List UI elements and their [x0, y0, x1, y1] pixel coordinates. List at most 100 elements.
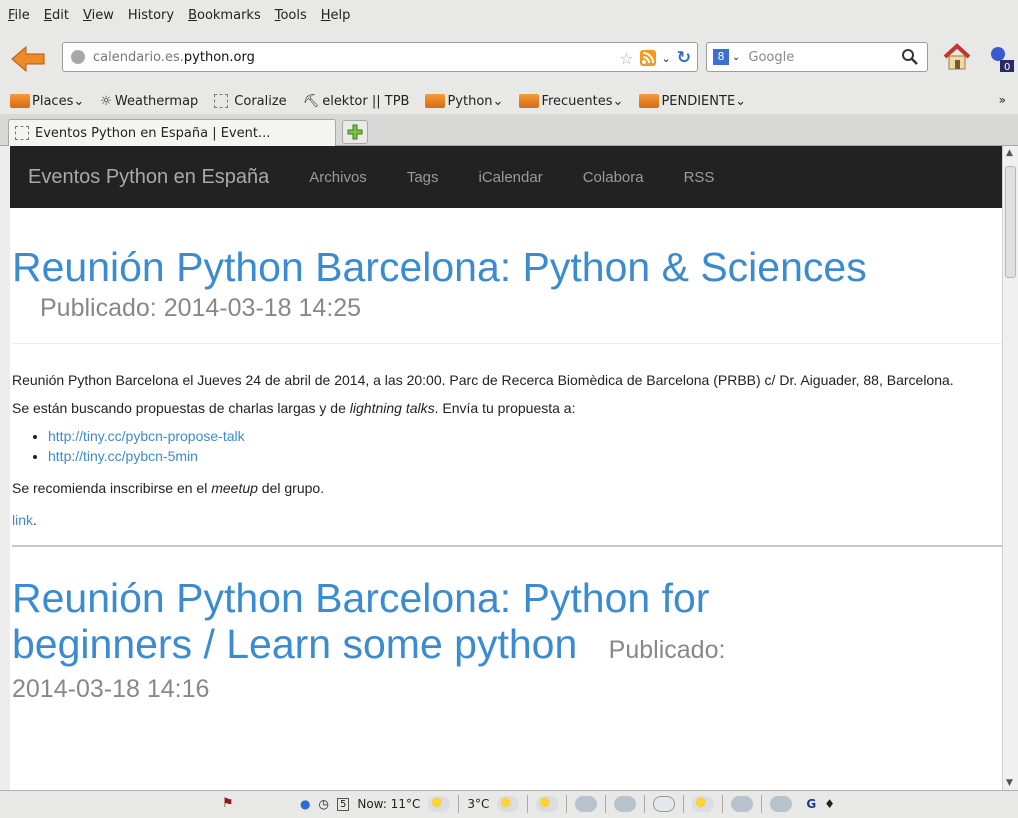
weather-icon: ☼ — [100, 93, 112, 109]
tab-title: Eventos Python en España | Event... — [35, 125, 271, 141]
menu-edit[interactable]: Edit — [44, 8, 69, 23]
clock-icon[interactable]: ◷ — [318, 797, 328, 811]
nav-archivos[interactable]: Archivos — [309, 169, 367, 186]
scroll-up-arrow-icon[interactable]: ▲ — [1006, 148, 1013, 158]
menu-bar: File Edit View History Bookmarks Tools H… — [0, 0, 1018, 30]
scroll-down-arrow-icon[interactable]: ▼ — [1006, 778, 1013, 788]
url-bar[interactable]: calendario.es.python.org ☆ ⌄ ↻ — [62, 42, 698, 72]
site-navbar: Eventos Python en España Archivos Tags i… — [10, 146, 1002, 208]
back-arrow-icon[interactable] — [10, 44, 46, 74]
menu-file[interactable]: File — [8, 8, 30, 23]
page-icon — [15, 126, 29, 140]
reload-icon[interactable]: ↻ — [677, 48, 691, 68]
rain-cloud-icon — [575, 796, 598, 812]
url-text[interactable]: calendario.es.python.org — [93, 50, 255, 65]
post-title[interactable]: Reunión Python Barcelona: Python & Scien… — [12, 244, 1002, 290]
post-title[interactable]: Reunión Python Barcelona: Python for beg… — [12, 575, 1002, 673]
svg-text:0: 0 — [1004, 62, 1010, 73]
nav-rss[interactable]: RSS — [684, 169, 715, 186]
divider — [605, 795, 607, 813]
bookmark-python[interactable]: Python ⌄ — [425, 94, 503, 109]
post-published-date: 2014-03-18 14:16 — [12, 675, 210, 703]
star-icon[interactable]: ☆ — [619, 49, 633, 68]
rss-icon[interactable] — [639, 50, 656, 66]
chevron-down-icon[interactable]: ⌄ — [732, 52, 740, 63]
post-paragraph: Se recomienda inscribirse en el meetup d… — [12, 480, 325, 496]
post-paragraph: link. — [12, 512, 37, 528]
gmail-icon[interactable]: G — [806, 797, 816, 811]
divider — [761, 795, 763, 813]
folder-icon — [10, 94, 30, 108]
menu-help[interactable]: Help — [321, 8, 351, 23]
bookmark-weathermap[interactable]: ☼ Weathermap — [100, 94, 198, 109]
ship-icon: ⛏ — [302, 93, 320, 109]
post-permalink[interactable]: link — [12, 512, 33, 528]
divider — [458, 795, 460, 813]
list-item: http://tiny.cc/pybcn-propose-talk — [48, 426, 1002, 446]
chevron-down-icon[interactable]: ⌄ — [662, 52, 671, 65]
navigation-toolbar: calendario.es.python.org ☆ ⌄ ↻ 8 ⌄ Googl… — [0, 30, 1018, 88]
divider — [527, 795, 529, 813]
cloud-icon — [770, 796, 793, 812]
status-addons: ● ◷ 5 Now: 11°C 3°C G ♦ — [300, 795, 835, 813]
partly-sunny-icon — [536, 796, 559, 812]
bookmarks-overflow-button[interactable]: » — [999, 93, 1006, 107]
list-item: http://tiny.cc/pybcn-5min — [48, 446, 1002, 466]
search-placeholder: Google — [748, 49, 795, 65]
lightning-talk-link[interactable]: http://tiny.cc/pybcn-5min — [48, 448, 198, 464]
nav-tags[interactable]: Tags — [407, 169, 439, 186]
globe-icon[interactable]: ● — [300, 797, 310, 811]
menu-tools[interactable]: Tools — [275, 8, 307, 23]
menu-history[interactable]: History — [128, 8, 174, 23]
bookmark-frecuentes[interactable]: Frecuentes ⌄ — [519, 94, 623, 109]
bookmark-places[interactable]: Places ⌄ — [10, 94, 84, 109]
bookmark-coralize[interactable]: Coralize — [214, 94, 287, 109]
folder-icon — [425, 94, 446, 108]
partly-sunny-icon — [692, 796, 715, 812]
post-published-label: Publicado: — [608, 636, 726, 664]
bookmark-elektor[interactable]: ⛏ elektor || TPB — [303, 94, 410, 109]
folder-icon — [519, 94, 540, 108]
cloud-icon — [653, 796, 676, 812]
divider — [644, 795, 646, 813]
search-bar[interactable]: 8 ⌄ Google — [706, 42, 928, 72]
nav-icalendar[interactable]: iCalendar — [479, 169, 543, 186]
globe-icon — [71, 50, 85, 64]
status-bar: ⚑ ● ◷ 5 Now: 11°C 3°C G ♦ — [0, 790, 1018, 818]
post-published: Publicado: 2014-03-18 14:25 — [40, 294, 362, 322]
folder-icon — [639, 94, 660, 108]
page-content: Reunión Python Barcelona: Python & Scien… — [10, 208, 1002, 704]
vertical-scrollbar[interactable]: ▲ ▼ — [1002, 146, 1018, 790]
rain-cloud-icon — [614, 796, 637, 812]
calendar-icon[interactable]: 5 — [336, 797, 350, 811]
nav-colabora[interactable]: Colabora — [583, 169, 644, 186]
divider — [683, 795, 685, 813]
new-tab-button[interactable] — [342, 120, 368, 144]
post-2: Reunión Python Barcelona: Python for beg… — [12, 547, 1002, 704]
tab-eventos-python[interactable]: Eventos Python en España | Event... — [8, 119, 336, 146]
site-brand[interactable]: Eventos Python en España — [28, 166, 269, 189]
menu-view[interactable]: View — [83, 8, 114, 23]
plus-icon — [347, 124, 363, 140]
weather-next[interactable]: 3°C — [467, 797, 489, 811]
propose-talk-link[interactable]: http://tiny.cc/pybcn-propose-talk — [48, 428, 245, 444]
weather-now[interactable]: Now: 11°C — [357, 797, 420, 811]
scrollbar-thumb[interactable] — [1005, 166, 1016, 278]
partly-sunny-icon — [497, 796, 520, 812]
home-icon[interactable] — [942, 42, 972, 72]
pin-icon[interactable]: ♦ — [824, 797, 835, 811]
tab-strip: Eventos Python en España | Event... — [0, 114, 1018, 146]
divider — [12, 343, 1002, 344]
menu-bookmarks[interactable]: Bookmarks — [188, 8, 261, 23]
chevron-down-icon: ⌄ — [735, 93, 747, 109]
search-icon[interactable] — [901, 48, 919, 66]
addon-icon[interactable]: 0 — [990, 44, 1016, 74]
partly-sunny-icon — [428, 796, 451, 812]
bookmark-pendiente[interactable]: PENDIENTE ⌄ — [639, 94, 746, 109]
divider — [566, 795, 568, 813]
chevron-down-icon: ⌄ — [73, 93, 85, 109]
flag-icon[interactable]: ⚑ — [222, 796, 234, 811]
search-engine-icon[interactable]: 8 — [713, 49, 729, 65]
post-paragraph: Reunión Python Barcelona el Jueves 24 de… — [12, 372, 954, 388]
post-paragraph: Se están buscando propuestas de charlas … — [12, 400, 576, 416]
